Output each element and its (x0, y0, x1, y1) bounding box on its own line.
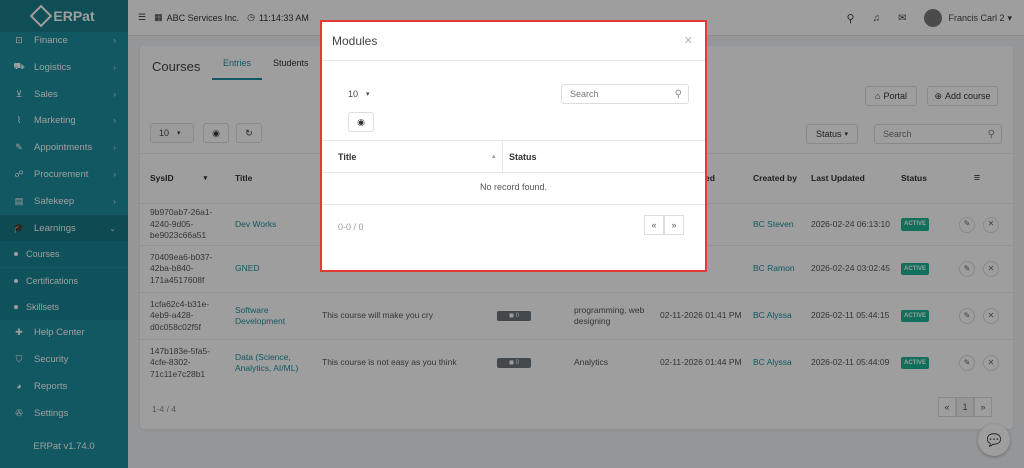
divider (322, 204, 705, 205)
divider (322, 172, 705, 173)
modal-page-size-select[interactable]: 10 ▾ (339, 84, 381, 104)
modal-search-input[interactable]: Search ⚲ (561, 84, 689, 104)
sort-asc-icon[interactable]: ▴ (492, 152, 496, 160)
close-icon[interactable]: ✕ (684, 34, 693, 47)
caret-down-icon: ▾ (366, 91, 370, 98)
divider (322, 60, 705, 61)
prev-page-button[interactable]: « (644, 215, 664, 235)
modal-toggle-columns-button[interactable]: ◉ (348, 112, 374, 132)
divider (322, 140, 705, 141)
modal-col-status[interactable]: Status (509, 152, 537, 162)
modal-pagination: « » (644, 215, 684, 235)
divider (502, 140, 503, 173)
modal-title: Modules (332, 34, 378, 48)
search-icon: ⚲ (674, 89, 682, 100)
modal-footer-count: 0-0 / 0 (338, 222, 364, 232)
next-page-button[interactable]: » (664, 215, 684, 235)
modal-col-title[interactable]: Title (338, 152, 356, 162)
empty-message: No record found. (479, 182, 548, 192)
eye-slash-icon: ◉ (357, 116, 365, 127)
modules-modal: Modules ✕ 10 ▾ ◉ Search ⚲ Title ▴ Status … (320, 20, 707, 272)
